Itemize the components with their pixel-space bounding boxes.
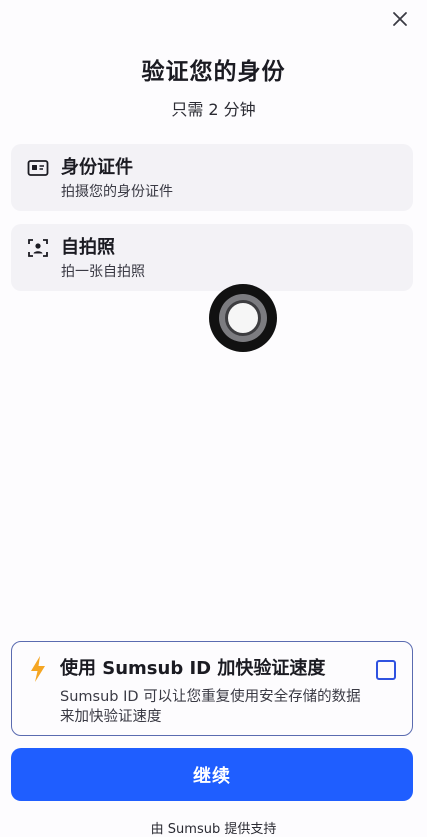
page-subtitle: 只需 2 分钟: [171, 100, 256, 119]
powered-by-footer: 由 Sumsub 提供支持: [150, 822, 277, 837]
continue-button[interactable]: 继续: [11, 748, 413, 801]
step-card-selfie: 自拍照 拍一张自拍照: [11, 224, 413, 291]
selfie-face-scan-icon: [28, 239, 48, 257]
page-title: 验证您的身份: [141, 59, 286, 85]
step-card-id-document: 身份证件 拍摄您的身份证件: [11, 144, 413, 211]
promo-description: Sumsub ID 可以让您重复使用安全存储的数据来加快验证速度: [60, 689, 361, 725]
close-button[interactable]: [387, 6, 413, 32]
promo-title: 使用 Sumsub ID 加快验证速度: [60, 658, 326, 679]
step-description: 拍一张自拍照: [61, 264, 145, 280]
spinner-core: [225, 300, 261, 336]
step-title: 身份证件: [61, 157, 133, 178]
id-card-icon: [27, 160, 49, 176]
step-title: 自拍照: [61, 237, 115, 258]
sumsub-id-checkbox[interactable]: [376, 660, 396, 680]
spinner-ring: [219, 294, 267, 342]
close-icon: [393, 12, 407, 26]
lightning-bolt-icon: [31, 656, 45, 682]
loading-spinner: [209, 284, 277, 352]
sumsub-id-promo-card[interactable]: 使用 Sumsub ID 加快验证速度 Sumsub ID 可以让您重复使用安全…: [11, 641, 413, 736]
step-description: 拍摄您的身份证件: [61, 184, 173, 200]
